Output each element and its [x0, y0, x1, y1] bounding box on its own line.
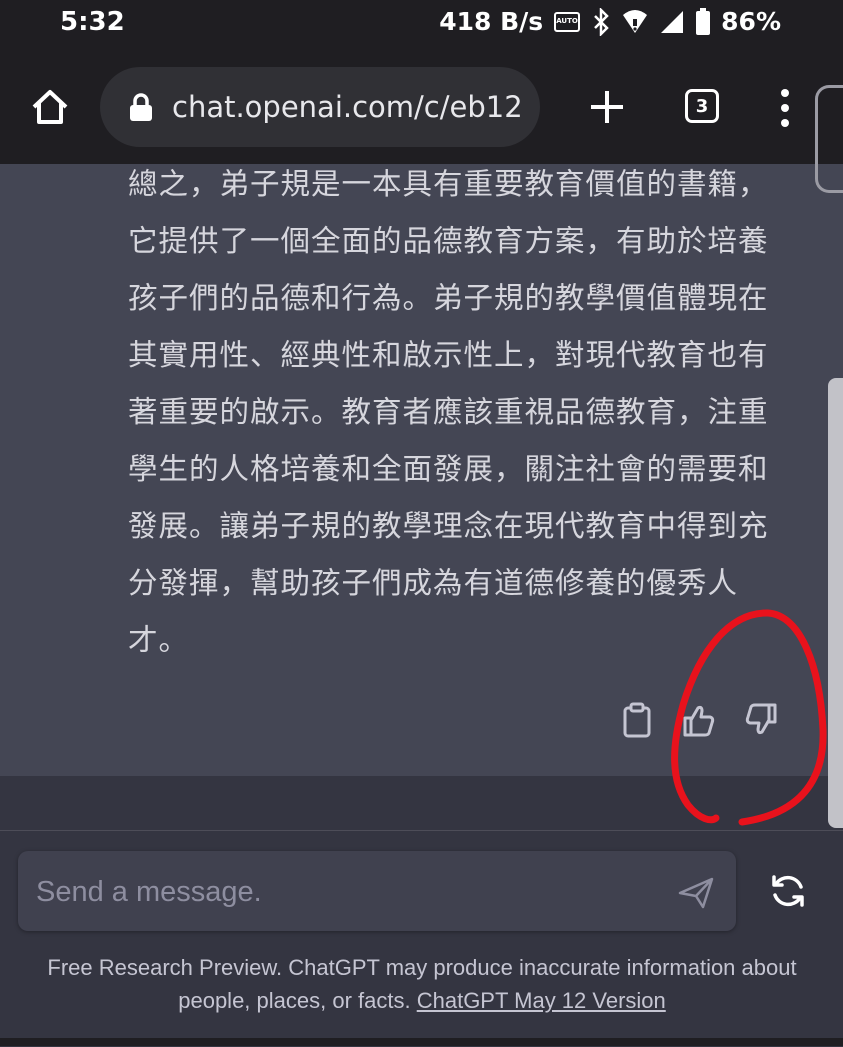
- message-input-box: [18, 851, 736, 933]
- regenerate-icon[interactable]: [768, 871, 808, 911]
- assistant-message: 總之，弟子規是一本具有重要教育價值的書籍，它提供了一個全面的品德教育方案，有助於…: [128, 156, 788, 669]
- scrollbar[interactable]: [828, 378, 843, 828]
- wifi-icon: [623, 9, 648, 33]
- status-icons: 418 B/s AUTO 86%: [439, 7, 781, 36]
- message-spacer: [0, 776, 843, 832]
- message-input[interactable]: [34, 851, 658, 933]
- thumbs-up-icon[interactable]: [682, 700, 716, 740]
- net-speed: 418 B/s: [439, 7, 544, 36]
- battery-percent: 86%: [721, 7, 781, 36]
- nav-strip: [0, 1038, 843, 1046]
- more-vert-icon[interactable]: [778, 88, 792, 128]
- browser-toolbar: chat.openai.com/c/eb12 3: [0, 50, 843, 164]
- message-text: 總之，弟子規是一本具有重要教育價值的書籍，它提供了一個全面的品德教育方案，有助於…: [128, 167, 769, 657]
- message-actions: [620, 700, 778, 740]
- edge-panel-handle[interactable]: [815, 85, 843, 193]
- auto-hz-icon: AUTO: [554, 11, 581, 32]
- tabs-button[interactable]: 3: [685, 89, 719, 123]
- plus-icon[interactable]: [585, 85, 629, 129]
- composer-area: Free Research Preview. ChatGPT may produ…: [0, 830, 843, 1047]
- signal-icon: [661, 10, 684, 33]
- url-text: chat.openai.com/c/eb12: [172, 90, 523, 124]
- bluetooth-icon: [594, 7, 609, 36]
- thumbs-down-icon[interactable]: [744, 700, 778, 740]
- lock-icon[interactable]: [128, 92, 154, 122]
- status-bar: 5:32 418 B/s AUTO 86%: [0, 0, 843, 50]
- battery-icon: [696, 7, 711, 35]
- address-bar[interactable]: chat.openai.com/c/eb12: [100, 67, 540, 147]
- clipboard-icon[interactable]: [620, 700, 654, 740]
- status-time: 5:32: [60, 7, 125, 37]
- home-icon[interactable]: [28, 85, 72, 129]
- disclaimer: Free Research Preview. ChatGPT may produ…: [30, 951, 814, 1017]
- version-link[interactable]: ChatGPT May 12 Version: [417, 988, 666, 1013]
- send-icon[interactable]: [676, 875, 716, 911]
- svg-text:AUTO: AUTO: [556, 17, 578, 25]
